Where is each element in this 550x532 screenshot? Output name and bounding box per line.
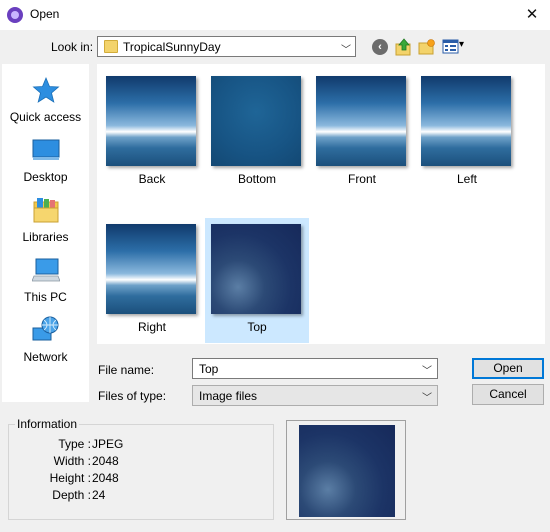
info-value: 2048 (92, 454, 119, 468)
info-key: Width : (53, 454, 91, 468)
place-label: Quick access (9, 110, 82, 124)
info-value: 24 (92, 488, 106, 502)
info-row: Depth : 24 (9, 488, 269, 504)
place-label: Network (23, 350, 68, 364)
info-key: Depth : (52, 488, 91, 502)
chevron-down-icon: ﹀ (422, 366, 432, 377)
file-name: Back (138, 172, 166, 186)
window-title: Open (30, 7, 60, 21)
thumbnail (106, 224, 196, 314)
look-in-dropdown[interactable]: TropicalSunnyDay ﹀ (97, 36, 356, 57)
image-preview (286, 420, 406, 520)
file-tile-left[interactable]: Left (415, 70, 519, 195)
thumbnail (106, 76, 196, 166)
place-label: Libraries (22, 230, 69, 244)
back-arrow-icon: ‹ (372, 39, 388, 55)
chevron-down-icon: ﹀ (422, 393, 432, 404)
info-row: Width : 2048 (9, 454, 269, 470)
up-one-level-button[interactable] (395, 38, 413, 56)
thumbnail (211, 76, 301, 166)
place-this-pc[interactable]: This PC (2, 252, 89, 308)
star-icon (32, 76, 60, 103)
information-group: Information Type : JPEG Width : 2048 Hei… (8, 417, 274, 520)
place-label: Desktop (23, 170, 68, 184)
file-tile-top[interactable]: Top (205, 218, 309, 343)
cancel-button[interactable]: Cancel (472, 384, 544, 405)
file-list[interactable]: Back Bottom Front Left Right Top (97, 64, 545, 344)
libraries-icon (33, 198, 59, 223)
open-button[interactable]: Open (472, 358, 544, 379)
file-type-value: Image files (199, 389, 258, 403)
file-name: Front (347, 172, 376, 186)
file-tile-right[interactable]: Right (100, 218, 204, 343)
file-tile-bottom[interactable]: Bottom (205, 70, 309, 195)
look-in-value: TropicalSunnyDay (123, 40, 221, 54)
information-title: Information (15, 417, 80, 431)
thumbnail (316, 76, 406, 166)
file-name-input[interactable]: Top ﹀ (192, 358, 438, 379)
place-label: This PC (24, 290, 67, 304)
info-key: Type : (58, 437, 91, 451)
thumbnail (211, 224, 301, 314)
view-menu-button[interactable]: ▾ (442, 38, 468, 56)
place-desktop[interactable]: Desktop (2, 132, 89, 188)
title-bar: Open ✕ (0, 0, 550, 30)
new-folder-icon (418, 39, 435, 55)
info-row: Type : JPEG (9, 437, 269, 453)
close-button[interactable]: ✕ (514, 0, 550, 30)
preview-image (299, 425, 395, 517)
info-value: 2048 (92, 471, 119, 485)
network-icon (32, 316, 59, 341)
up-folder-icon (395, 38, 411, 56)
place-network[interactable]: Network (2, 312, 89, 368)
computer-icon (32, 258, 60, 282)
info-value: JPEG (92, 437, 124, 451)
info-row: Height : 2048 (9, 471, 269, 487)
look-in-label: Look in: (51, 40, 94, 54)
files-of-type-label: Files of type: (98, 389, 167, 403)
place-quick-access[interactable]: Quick access (2, 72, 89, 128)
app-icon (7, 7, 23, 23)
folder-icon (104, 40, 118, 53)
file-tile-front[interactable]: Front (310, 70, 414, 195)
file-name: Left (456, 172, 477, 186)
file-name-value: Top (199, 362, 219, 376)
file-name: Top (247, 320, 267, 334)
places-bar: Quick access Desktop Libraries This PC N… (2, 64, 89, 402)
file-name-label: File name: (98, 363, 155, 377)
back-button[interactable]: ‹ (371, 38, 389, 56)
desktop-icon (32, 139, 60, 160)
file-name: Bottom (237, 172, 276, 186)
file-tile-back[interactable]: Back (100, 70, 204, 195)
info-key: Height : (49, 471, 91, 485)
dropdown-arrow-icon: ▾ (459, 39, 465, 50)
file-type-dropdown[interactable]: Image files ﹀ (192, 385, 438, 406)
thumbnail (421, 76, 511, 166)
place-libraries[interactable]: Libraries (2, 192, 89, 248)
view-menu-icon (442, 39, 459, 54)
file-name: Right (137, 320, 166, 334)
chevron-down-icon: ﹀ (341, 45, 351, 56)
new-folder-button[interactable] (418, 38, 436, 56)
